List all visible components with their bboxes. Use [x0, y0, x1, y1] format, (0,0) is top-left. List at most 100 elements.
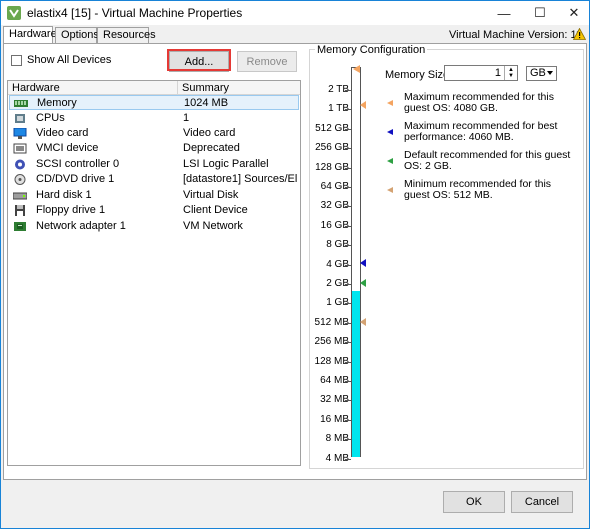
- scale-label: 1 TB: [328, 103, 349, 115]
- max-performance-legend-icon: [387, 129, 393, 135]
- memory-size-spinner[interactable]: ▲ ▼: [504, 66, 517, 80]
- row-summary: Client Device: [183, 204, 248, 216]
- row-hardware-name: Memory: [37, 97, 77, 109]
- network-adapter-icon: [14, 222, 26, 231]
- hardware-table: Hardware Summary Memory 1024 MB CPUs 1 V…: [7, 80, 301, 466]
- row-hardware-name: CD/DVD drive 1: [36, 173, 115, 185]
- floppy-icon: [15, 205, 25, 216]
- scale-tick: [345, 264, 351, 266]
- vsphere-app-icon: [7, 6, 21, 20]
- row-hardware-name: Hard disk 1: [36, 189, 92, 201]
- minimize-button[interactable]: —: [487, 1, 521, 25]
- scale-label: 64 GB: [320, 181, 349, 192]
- vmci-device-icon: [13, 143, 27, 154]
- default-recommended-marker: [360, 279, 366, 287]
- default-recommended-legend-icon: [387, 158, 393, 164]
- window-title: elastix4 [15] - Virtual Machine Properti…: [27, 6, 243, 20]
- max-recommended-text: Maximum recommended for this guest OS: 4…: [404, 91, 554, 114]
- tab-hardware[interactable]: Hardware: [3, 26, 57, 44]
- tab-resources[interactable]: Resources: [97, 27, 156, 43]
- scale-tick: [345, 206, 351, 208]
- column-header-hardware[interactable]: Hardware: [12, 82, 60, 94]
- row-summary: 1024 MB: [184, 97, 229, 109]
- scale-label: 128 MB: [314, 355, 349, 367]
- show-all-devices-checkbox[interactable]: [11, 55, 22, 66]
- memory-icon: [14, 100, 28, 107]
- warning-icon[interactable]: [573, 28, 586, 40]
- scale-tick: [345, 225, 351, 227]
- scale-label: 4 GB: [326, 258, 349, 270]
- min-recommended-legend-icon: [387, 187, 393, 193]
- scale-tick: [345, 284, 351, 285]
- slider-thumb[interactable]: [353, 65, 360, 73]
- default-recommended-text: Default recommended for this guest OS: 2…: [404, 149, 571, 172]
- video-card-icon: [13, 128, 27, 139]
- column-divider[interactable]: [177, 81, 178, 95]
- max-performance-marker: [360, 259, 366, 267]
- scale-tick: [345, 128, 351, 130]
- row-summary: Virtual Disk: [183, 189, 239, 201]
- scale-tick: [345, 90, 351, 91]
- highlight-box: [167, 49, 231, 71]
- scale-tick: [345, 439, 351, 441]
- table-row[interactable]: SCSI controller 0 LSI Logic Parallel: [9, 157, 299, 172]
- table-row[interactable]: Video card Video card: [9, 126, 299, 141]
- row-summary: LSI Logic Parallel: [183, 158, 269, 170]
- row-hardware-name: Floppy drive 1: [36, 204, 106, 216]
- column-header-summary[interactable]: Summary: [182, 82, 229, 94]
- table-row[interactable]: VMCI device Deprecated: [9, 141, 299, 156]
- max-performance-text: Maximum recommended for best performance…: [404, 120, 558, 143]
- table-row[interactable]: CPUs 1: [9, 111, 299, 126]
- table-row[interactable]: Network adapter 1 VM Network: [9, 219, 299, 234]
- table-row[interactable]: CD/DVD drive 1 [datastore1] Sources/El..…: [9, 172, 299, 187]
- cancel-button[interactable]: Cancel: [511, 491, 573, 513]
- row-summary: [datastore1] Sources/El...: [183, 173, 297, 185]
- scale-tick: [345, 187, 351, 188]
- hard-disk-icon: [13, 192, 27, 200]
- show-all-devices-label: Show All Devices: [27, 54, 112, 66]
- table-row[interactable]: Memory 1024 MB: [9, 95, 299, 110]
- scale-label: 2 GB: [326, 278, 349, 289]
- chevron-down-icon[interactable]: [547, 71, 553, 75]
- scale-label: 16 GB: [320, 219, 349, 231]
- scale-label: 8 GB: [326, 239, 349, 251]
- memory-size-label: Memory Size:: [385, 69, 453, 81]
- min-recommended-marker: [360, 318, 366, 326]
- title-bar: elastix4 [15] - Virtual Machine Properti…: [1, 1, 589, 25]
- scale-tick: [345, 361, 351, 363]
- scsi-controller-icon: [15, 159, 25, 170]
- scale-label: 32 GB: [320, 200, 349, 212]
- row-hardware-name: VMCI device: [36, 142, 99, 154]
- scale-tick: [345, 342, 351, 344]
- cpu-icon: [15, 114, 25, 123]
- scale-tick: [345, 322, 351, 324]
- maximize-icon: ☐: [534, 5, 546, 20]
- scale-tick: [345, 303, 351, 305]
- spin-down-icon[interactable]: ▼: [508, 73, 514, 79]
- row-summary: Video card: [183, 127, 236, 139]
- max-recommended-marker: [360, 101, 366, 109]
- tab-options[interactable]: Options: [55, 27, 99, 43]
- minimize-icon: —: [497, 5, 511, 21]
- table-row[interactable]: Hard disk 1 Virtual Disk: [9, 188, 299, 203]
- scale-tick: [345, 458, 351, 460]
- scale-label: 32 MB: [320, 394, 349, 406]
- cd-dvd-icon: [14, 174, 26, 185]
- scale-label: 256 GB: [315, 142, 349, 154]
- vm-properties-window: elastix4 [15] - Virtual Machine Properti…: [0, 0, 590, 529]
- row-summary: VM Network: [183, 220, 243, 232]
- close-button[interactable]: ✕: [557, 1, 590, 25]
- scale-tick: [345, 167, 351, 169]
- maximize-button[interactable]: ☐: [523, 1, 557, 25]
- scale-tick: [345, 381, 351, 382]
- row-hardware-name: SCSI controller 0: [36, 158, 120, 170]
- min-recommended-text: Minimum recommended for this guest OS: 5…: [404, 178, 552, 201]
- remove-hardware-button[interactable]: Remove: [237, 51, 297, 72]
- scale-tick: [345, 400, 351, 402]
- table-row[interactable]: Floppy drive 1 Client Device: [9, 203, 299, 218]
- scale-tick: [345, 148, 351, 150]
- ok-button[interactable]: OK: [443, 491, 505, 513]
- table-header: Hardware Summary: [8, 81, 300, 95]
- row-hardware-name: Video card: [36, 127, 89, 139]
- scale-label: 1 GB: [326, 297, 349, 309]
